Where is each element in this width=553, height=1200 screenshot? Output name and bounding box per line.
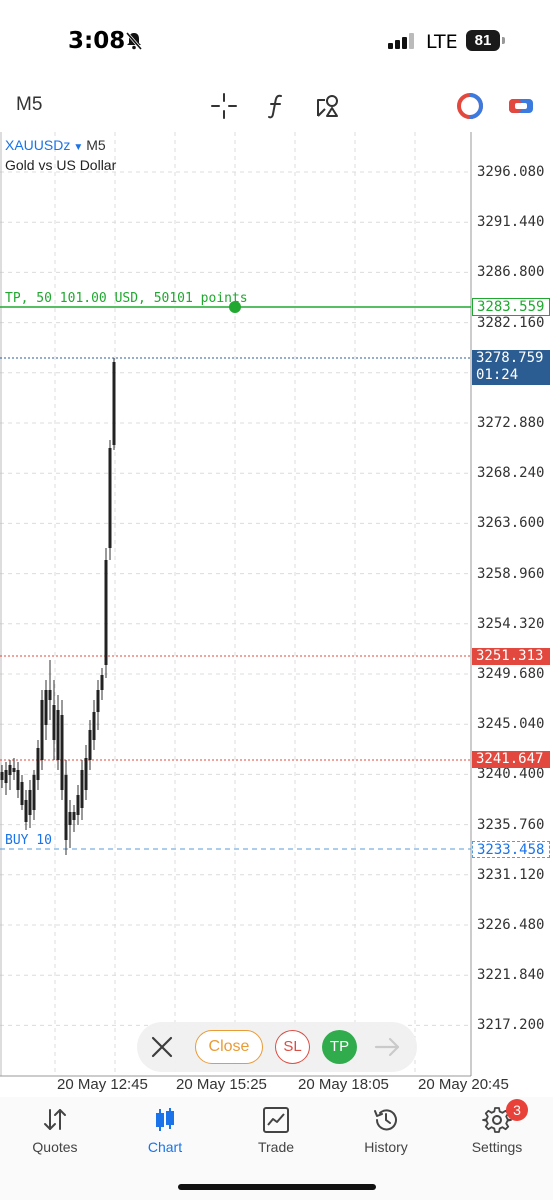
price-axis-label: 3249.680	[477, 666, 545, 682]
nav-history[interactable]: History	[331, 1097, 441, 1167]
candle-body	[32, 775, 36, 810]
symbol-description: Gold vs US Dollar	[5, 157, 117, 173]
price-axis-label: 3296.080	[477, 164, 545, 180]
nav-settings[interactable]: 3 Settings	[442, 1097, 552, 1167]
candle-body	[40, 700, 44, 760]
nav-label: Settings	[471, 1139, 523, 1155]
time-label: 20 May 20:45	[418, 1076, 509, 1093]
candle-body	[64, 775, 68, 840]
time-label: 20 May 18:05	[298, 1076, 389, 1093]
candle-body	[0, 772, 4, 780]
price-axis-label: 3221.840	[477, 967, 545, 984]
candles-icon	[156, 1108, 174, 1131]
nav-label: Quotes	[32, 1139, 78, 1155]
arrow-right-icon[interactable]	[373, 1035, 403, 1059]
candle-body	[20, 782, 24, 805]
price-axis-label: 3226.480	[477, 917, 545, 933]
price-axis-label: 3263.600	[477, 515, 545, 532]
candle-body	[28, 790, 32, 815]
trade-panel: Close SL TP	[137, 1022, 417, 1072]
trade-chart-icon	[263, 1107, 289, 1133]
nav-label: History	[364, 1139, 408, 1155]
nav-quotes[interactable]: Quotes	[0, 1097, 110, 1167]
price-axis-label: 3286.800	[477, 264, 545, 281]
price-axis-label: 3217.200	[477, 1017, 545, 1034]
candle-body	[8, 765, 12, 775]
symbol-name[interactable]: XAUUSDz	[5, 137, 70, 153]
home-indicator	[178, 1184, 376, 1190]
candle-body	[36, 748, 40, 780]
chart-grid	[0, 132, 471, 1076]
bar-timer-tag: 01:24	[472, 367, 550, 385]
candle-body	[80, 770, 84, 808]
close-x-icon[interactable]	[149, 1034, 175, 1060]
price-axis-label: 3254.320	[477, 615, 545, 632]
price-axis-label: 3245.040	[477, 716, 545, 733]
close-position-button[interactable]: Close	[195, 1030, 263, 1064]
price-axis-label: 3235.760	[477, 816, 545, 833]
buy-line-label: BUY 10	[5, 833, 52, 848]
candle-body	[44, 690, 48, 725]
tp-button[interactable]: TP	[322, 1030, 357, 1064]
candle-body	[12, 768, 16, 772]
candle-body	[4, 770, 8, 783]
settings-badge: 3	[506, 1099, 528, 1121]
quotes-arrows-icon	[44, 1109, 66, 1130]
price-axis-label: 3272.880	[477, 415, 545, 431]
candle-body	[52, 705, 56, 740]
candle-body	[60, 715, 64, 790]
candle-body	[100, 675, 104, 690]
sl-button[interactable]: SL	[275, 1030, 310, 1064]
price-axis-label: 3231.120	[477, 866, 545, 883]
tp-price-tag[interactable]: 3283.559	[472, 298, 550, 316]
nav-trade[interactable]: Trade	[221, 1097, 331, 1167]
nav-chart[interactable]: Chart	[110, 1097, 220, 1167]
price-axis-label: 3282.160	[477, 314, 545, 331]
bid-price-tag: 3278.759	[472, 350, 550, 367]
candle-body	[68, 812, 72, 825]
candle-body	[96, 690, 100, 712]
candle-body	[84, 758, 88, 790]
symbol-caret-icon[interactable]: ▼	[73, 142, 83, 153]
candle-body	[108, 448, 112, 548]
candle-body	[56, 710, 60, 760]
nav-label: Chart	[147, 1139, 183, 1155]
candle-body	[104, 560, 108, 665]
symbol-header[interactable]: XAUUSDz ▼ M5	[5, 137, 106, 153]
candle-body	[112, 362, 116, 445]
candle-body	[24, 800, 28, 822]
price-axis-label: 3240.400	[477, 766, 545, 783]
symbol-timeframe: M5	[86, 137, 106, 153]
tp-line-label: TP, 50 101.00 USD, 50101 points	[5, 291, 248, 306]
time-label: 20 May 15:25	[176, 1076, 267, 1093]
history-clock-icon	[374, 1109, 397, 1131]
price-axis-label: 3291.440	[477, 214, 545, 231]
nav-label: Trade	[257, 1139, 295, 1155]
candle-body	[92, 712, 96, 740]
level-price-tag-2: 3241.647	[472, 751, 550, 768]
price-axis-label: 3268.240	[477, 465, 545, 482]
candles	[0, 358, 116, 855]
level-price-tag-1: 3251.313	[472, 648, 550, 665]
candle-body	[72, 812, 76, 820]
buy-price-tag: 3233.458	[472, 841, 550, 858]
candle-body	[76, 795, 80, 815]
price-axis-label: 3258.960	[477, 565, 545, 582]
time-label: 20 May 12:45	[57, 1076, 148, 1093]
candle-body	[16, 770, 20, 790]
candle-body	[88, 730, 92, 760]
candle-body	[48, 690, 52, 700]
